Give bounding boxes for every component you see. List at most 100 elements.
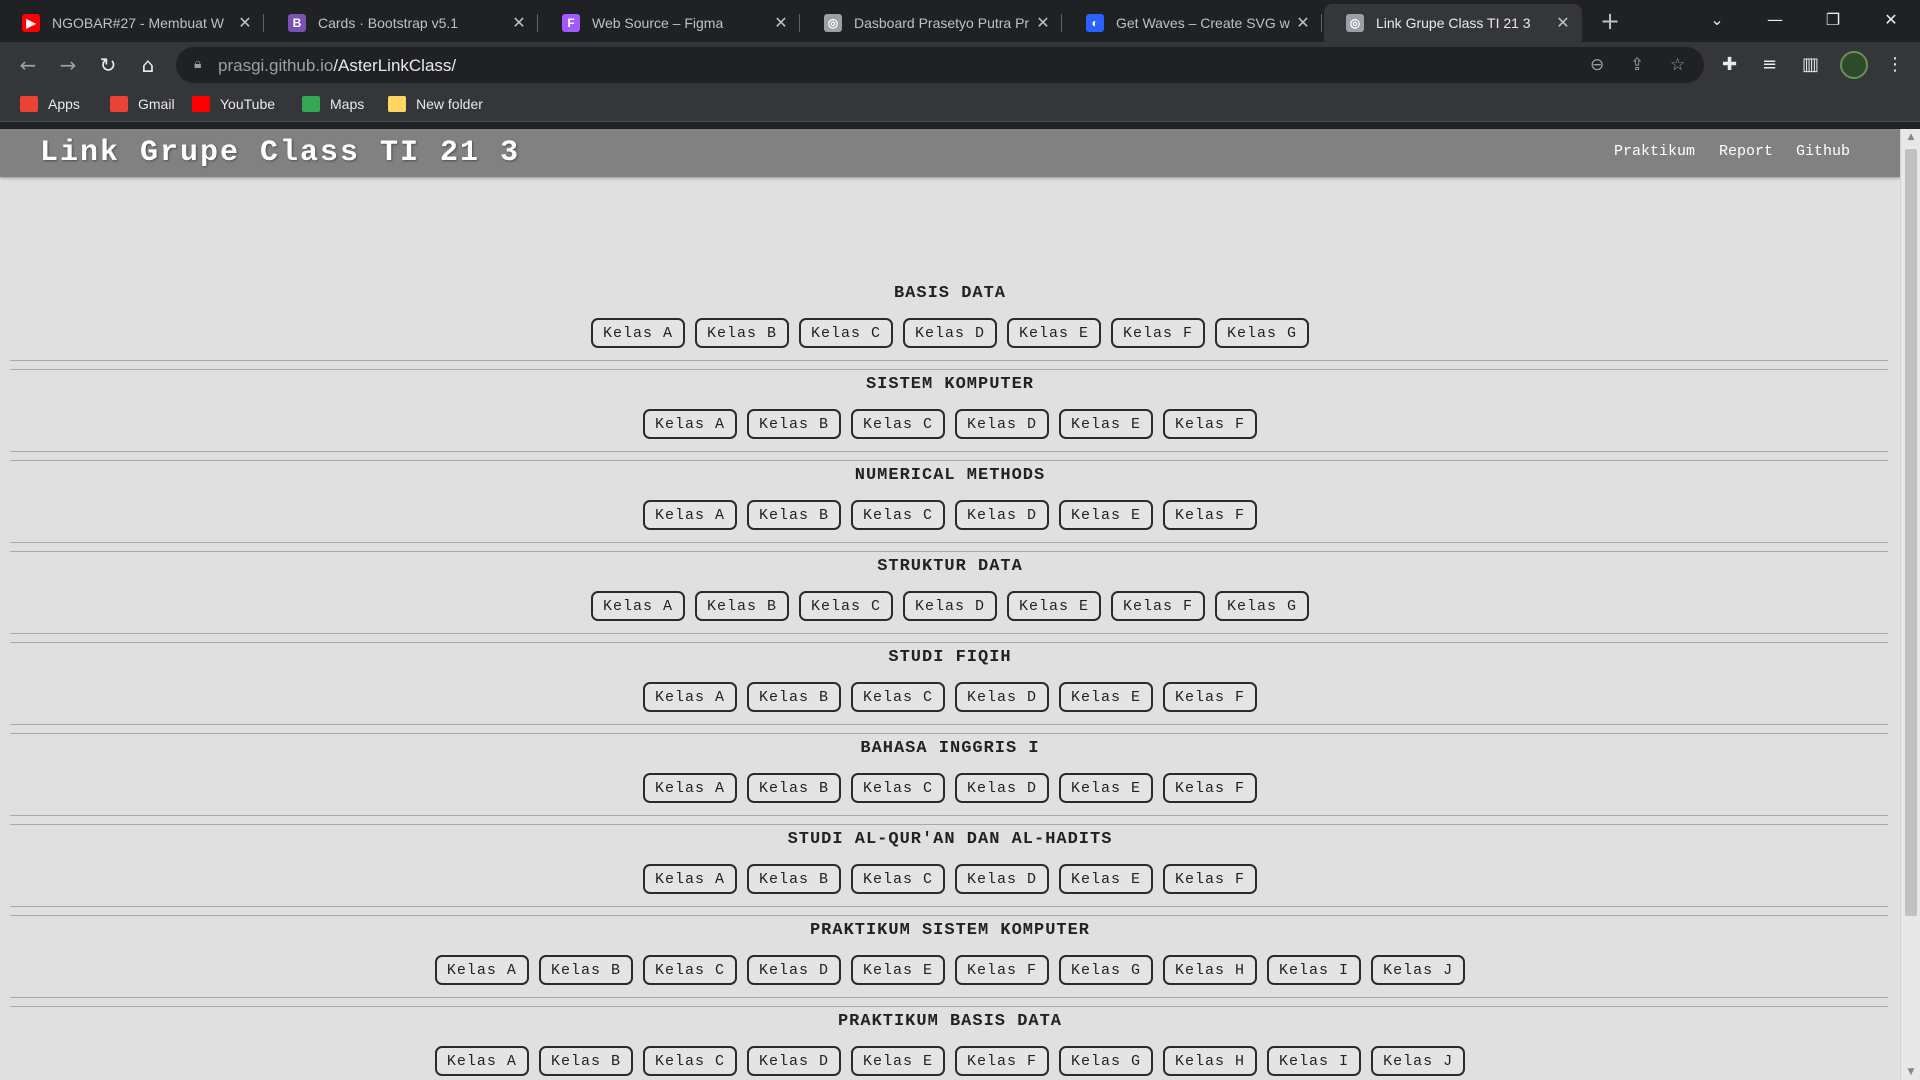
class-link-button[interactable]: Kelas E <box>1007 591 1102 621</box>
new-tab-button[interactable]: + <box>1596 9 1624 34</box>
scrollbar-thumb[interactable] <box>1905 149 1917 916</box>
class-link-button[interactable]: Kelas A <box>642 409 737 439</box>
class-link-button[interactable]: Kelas A <box>590 318 685 348</box>
class-link-button[interactable]: Kelas F <box>1163 409 1258 439</box>
class-link-button[interactable]: Kelas A <box>642 864 737 894</box>
class-link-button[interactable]: Kelas C <box>850 682 945 712</box>
class-link-button[interactable]: Kelas C <box>642 955 737 985</box>
class-link-button[interactable]: Kelas B <box>746 500 841 530</box>
class-link-button[interactable]: Kelas C <box>850 864 945 894</box>
tab-search-chevron-icon[interactable]: ⌄ <box>1694 6 1740 34</box>
class-link-button[interactable]: Kelas H <box>1163 955 1258 985</box>
bookmark-item[interactable]: YouTube <box>192 96 275 112</box>
class-link-button[interactable]: Kelas J <box>1371 1046 1466 1076</box>
class-link-button[interactable]: Kelas C <box>798 591 893 621</box>
class-link-button[interactable]: Kelas A <box>642 682 737 712</box>
tab-close-icon[interactable]: ✕ <box>1554 13 1572 33</box>
tab-close-icon[interactable]: ✕ <box>772 13 790 33</box>
class-link-button[interactable]: Kelas F <box>1111 318 1206 348</box>
nav-link-github[interactable]: Github <box>1796 143 1850 160</box>
class-link-button[interactable]: Kelas F <box>1111 591 1206 621</box>
class-link-button[interactable]: Kelas I <box>1267 955 1362 985</box>
class-link-button[interactable]: Kelas C <box>850 409 945 439</box>
tab-close-icon[interactable]: ✕ <box>510 13 528 33</box>
tab-close-icon[interactable]: ✕ <box>236 13 254 33</box>
bookmark-item[interactable]: Apps <box>20 96 80 112</box>
extensions-puzzle-icon[interactable]: ✚ <box>1722 54 1737 75</box>
scroll-down-arrow-icon[interactable]: ▼ <box>1905 1067 1917 1077</box>
forward-arrow-icon[interactable]: → <box>54 51 82 79</box>
class-link-button[interactable]: Kelas F <box>1163 682 1258 712</box>
class-link-button[interactable]: Kelas E <box>1007 318 1102 348</box>
class-link-button[interactable]: Kelas E <box>850 955 945 985</box>
class-link-button[interactable]: Kelas A <box>434 955 529 985</box>
class-link-button[interactable]: Kelas C <box>850 500 945 530</box>
class-link-button[interactable]: Kelas A <box>642 773 737 803</box>
nav-link-report[interactable]: Report <box>1719 143 1773 160</box>
class-link-button[interactable]: Kelas D <box>955 864 1050 894</box>
zoom-icon[interactable]: ⊖ <box>1590 55 1604 75</box>
bookmark-item[interactable]: New folder <box>388 96 483 112</box>
class-link-button[interactable]: Kelas G <box>1059 955 1154 985</box>
class-link-button[interactable]: Kelas D <box>746 1046 841 1076</box>
class-link-button[interactable]: Kelas D <box>955 773 1050 803</box>
close-window-button[interactable]: ✕ <box>1868 6 1914 34</box>
class-link-button[interactable]: Kelas H <box>1163 1046 1258 1076</box>
bookmark-item[interactable]: Maps <box>302 96 364 112</box>
class-link-button[interactable]: Kelas F <box>1163 500 1258 530</box>
class-link-button[interactable]: Kelas B <box>538 1046 633 1076</box>
class-link-button[interactable]: Kelas B <box>746 409 841 439</box>
class-link-button[interactable]: Kelas D <box>902 318 997 348</box>
site-brand[interactable]: Link Grupe Class TI 21 3 <box>40 136 520 170</box>
class-link-button[interactable]: Kelas E <box>1059 409 1154 439</box>
class-link-button[interactable]: Kelas B <box>746 682 841 712</box>
class-link-button[interactable]: Kelas F <box>1163 773 1258 803</box>
share-icon[interactable]: ⇪ <box>1630 55 1644 75</box>
browser-tab[interactable]: ◐ Get Waves – Create SVG w ✕ <box>1064 4 1322 42</box>
reload-icon[interactable]: ↻ <box>94 51 122 79</box>
class-link-button[interactable]: Kelas B <box>694 318 789 348</box>
class-link-button[interactable]: Kelas C <box>642 1046 737 1076</box>
class-link-button[interactable]: Kelas E <box>850 1046 945 1076</box>
class-link-button[interactable]: Kelas D <box>955 500 1050 530</box>
class-link-button[interactable]: Kelas B <box>746 773 841 803</box>
class-link-button[interactable]: Kelas D <box>955 409 1050 439</box>
lock-icon[interactable]: 🔒︎ <box>194 56 201 72</box>
browser-tab[interactable]: F Web Source – Figma ✕ <box>540 4 800 42</box>
bookmark-star-icon[interactable]: ☆ <box>1670 55 1685 75</box>
class-link-button[interactable]: Kelas B <box>538 955 633 985</box>
class-link-button[interactable]: Kelas A <box>434 1046 529 1076</box>
class-link-button[interactable]: Kelas A <box>642 500 737 530</box>
class-link-button[interactable]: Kelas E <box>1059 864 1154 894</box>
class-link-button[interactable]: Kelas F <box>955 1046 1050 1076</box>
scroll-up-arrow-icon[interactable]: ▲ <box>1905 132 1917 142</box>
class-link-button[interactable]: Kelas G <box>1215 591 1310 621</box>
class-link-button[interactable]: Kelas G <box>1059 1046 1154 1076</box>
home-icon[interactable]: ⌂ <box>134 51 162 79</box>
class-link-button[interactable]: Kelas F <box>955 955 1050 985</box>
class-link-button[interactable]: Kelas C <box>798 318 893 348</box>
browser-tab[interactable]: ◎ Dasboard Prasetyo Putra Pr ✕ <box>802 4 1062 42</box>
class-link-button[interactable]: Kelas E <box>1059 682 1154 712</box>
class-link-button[interactable]: Kelas A <box>590 591 685 621</box>
url-text[interactable]: prasgi.github.io/AsterLinkClass/ <box>218 56 456 76</box>
tab-close-icon[interactable]: ✕ <box>1034 13 1052 33</box>
restore-button[interactable]: ❐ <box>1810 6 1856 34</box>
back-arrow-icon[interactable]: ← <box>14 51 42 79</box>
side-panel-icon[interactable]: ▥ <box>1802 54 1819 75</box>
bookmark-item[interactable]: Gmail <box>110 96 175 112</box>
class-link-button[interactable]: Kelas I <box>1267 1046 1362 1076</box>
class-link-button[interactable]: Kelas E <box>1059 500 1154 530</box>
class-link-button[interactable]: Kelas C <box>850 773 945 803</box>
class-link-button[interactable]: Kelas J <box>1371 955 1466 985</box>
page-scrollbar[interactable]: ▲ ▼ <box>1900 129 1920 1080</box>
profile-avatar[interactable] <box>1840 51 1868 79</box>
browser-tab[interactable]: ▶ NGOBAR#27 - Membuat W ✕ <box>0 4 264 42</box>
media-queue-icon[interactable]: ≡ <box>1762 54 1777 75</box>
tab-close-icon[interactable]: ✕ <box>1294 13 1312 33</box>
browser-tab[interactable]: ◎ Link Grupe Class TI 21 3 ✕ <box>1324 4 1582 42</box>
class-link-button[interactable]: Kelas D <box>746 955 841 985</box>
class-link-button[interactable]: Kelas E <box>1059 773 1154 803</box>
nav-link-praktikum[interactable]: Praktikum <box>1614 143 1695 160</box>
address-bar[interactable]: 🔒︎ prasgi.github.io/AsterLinkClass/ ⊖ ⇪ … <box>176 47 1704 83</box>
